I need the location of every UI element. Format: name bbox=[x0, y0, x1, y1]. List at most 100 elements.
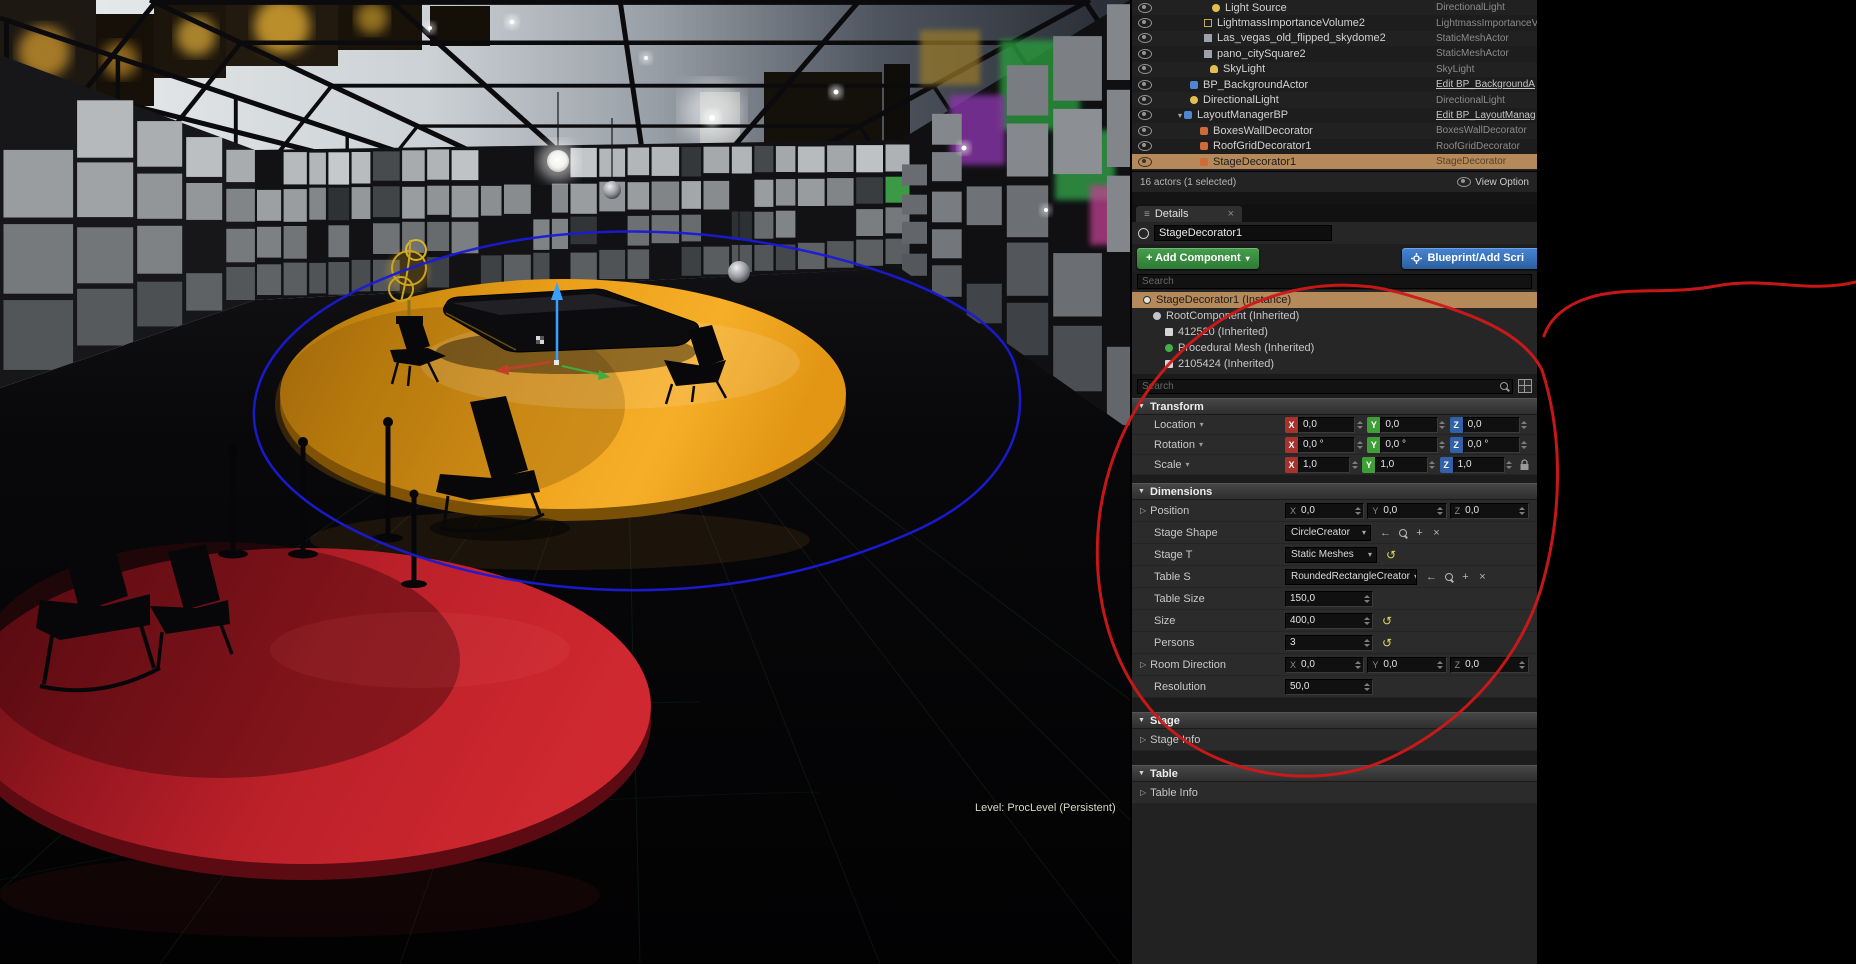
use-selected-asset-icon[interactable]: ← bbox=[1424, 571, 1439, 583]
browse-icon[interactable] bbox=[1395, 529, 1410, 537]
expand-caret-icon[interactable]: ▾ bbox=[1178, 111, 1182, 120]
visibility-eye-icon[interactable] bbox=[1138, 49, 1152, 59]
spinner[interactable] bbox=[1355, 421, 1364, 429]
spinner[interactable] bbox=[1438, 441, 1447, 449]
outliner-row-roof-grid[interactable]: RoofGridDecorator1 RoofGridDecorator bbox=[1132, 139, 1537, 154]
visibility-eye-icon[interactable] bbox=[1138, 110, 1152, 120]
spinner[interactable] bbox=[1518, 507, 1527, 515]
outliner-row-stage-decorator[interactable]: StageDecorator1 StageDecorator bbox=[1132, 154, 1537, 169]
size-field[interactable]: 400,0 bbox=[1285, 613, 1373, 629]
persons-field[interactable]: 3 bbox=[1285, 635, 1373, 651]
viewport-3d[interactable]: Level: ProcLevel (Persistent) bbox=[0, 0, 1130, 964]
collapsed-icon[interactable]: ▷ bbox=[1140, 735, 1146, 744]
outliner-row-pano[interactable]: pano_citySquare2 StaticMeshActor bbox=[1132, 46, 1537, 61]
visibility-eye-icon[interactable] bbox=[1138, 80, 1152, 90]
spinner[interactable] bbox=[1362, 639, 1371, 647]
location-z-field[interactable]: Z 0,0 bbox=[1450, 417, 1529, 433]
outliner-row-skylight[interactable]: SkyLight SkyLight bbox=[1132, 62, 1537, 77]
blueprint-add-script-button[interactable]: Blueprint/Add Scri bbox=[1402, 248, 1537, 269]
rotation-z-field[interactable]: Z 0,0 ° bbox=[1450, 437, 1529, 453]
visibility-eye-icon[interactable] bbox=[1138, 33, 1152, 43]
collapsed-icon[interactable]: ▷ bbox=[1140, 660, 1146, 669]
property-search-input[interactable] bbox=[1137, 379, 1513, 394]
close-icon[interactable]: × bbox=[1228, 208, 1234, 220]
spinner[interactable] bbox=[1350, 461, 1359, 469]
use-selected-asset-icon[interactable]: ← bbox=[1378, 527, 1393, 539]
position-y-field[interactable]: Y0,0 bbox=[1367, 503, 1446, 519]
reset-to-default-icon[interactable]: ↺ bbox=[1382, 614, 1392, 628]
location-x-field[interactable]: X 0,0 bbox=[1285, 417, 1364, 433]
spinner[interactable] bbox=[1505, 461, 1514, 469]
reset-to-default-icon[interactable]: ↺ bbox=[1386, 548, 1396, 562]
add-element-icon[interactable]: + bbox=[1412, 527, 1427, 539]
stage-t-dropdown[interactable]: Static Meshes ▾ bbox=[1285, 547, 1377, 563]
caret-down-icon[interactable]: ▾ bbox=[1186, 460, 1190, 469]
component-row-procedural-mesh[interactable]: Procedural Mesh (Inherited) bbox=[1132, 340, 1537, 356]
stage-shape-dropdown[interactable]: CircleCreator ▾ bbox=[1285, 525, 1371, 541]
visibility-eye-icon[interactable] bbox=[1138, 157, 1152, 167]
spinner[interactable] bbox=[1436, 507, 1445, 515]
visibility-eye-icon[interactable] bbox=[1138, 18, 1152, 28]
location-y-field[interactable]: Y 0,0 bbox=[1367, 417, 1446, 433]
scale-y-field[interactable]: Y 1,0 bbox=[1362, 457, 1436, 473]
scale-z-field[interactable]: Z 1,0 bbox=[1440, 457, 1514, 473]
rotation-x-field[interactable]: X 0,0 ° bbox=[1285, 437, 1364, 453]
position-z-field[interactable]: Z0,0 bbox=[1450, 503, 1529, 519]
reset-to-default-icon[interactable]: ↺ bbox=[1382, 636, 1392, 650]
spinner[interactable] bbox=[1353, 507, 1362, 515]
spinner[interactable] bbox=[1428, 461, 1437, 469]
outliner-row-lightmass-volume[interactable]: LightmassImportanceVolume2 LightmassImpo… bbox=[1132, 15, 1537, 30]
outliner-row-directional-light[interactable]: DirectionalLight DirectionalLight bbox=[1132, 92, 1537, 107]
section-header-transform[interactable]: ▼ Transform bbox=[1132, 398, 1537, 415]
table-s-dropdown[interactable]: RoundedRectangleCreator ▾ bbox=[1285, 569, 1417, 585]
clear-icon[interactable]: × bbox=[1429, 527, 1444, 539]
visibility-eye-icon[interactable] bbox=[1138, 64, 1152, 74]
resolution-field[interactable]: 50,0 bbox=[1285, 679, 1373, 695]
spinner[interactable] bbox=[1436, 661, 1445, 669]
component-row-412520[interactable]: 412520 (Inherited) bbox=[1132, 324, 1537, 340]
component-row-root[interactable]: RootComponent (Inherited) bbox=[1132, 308, 1537, 324]
spinner[interactable] bbox=[1362, 683, 1371, 691]
visibility-eye-icon[interactable] bbox=[1138, 126, 1152, 136]
spinner[interactable] bbox=[1362, 617, 1371, 625]
collapsed-icon[interactable]: ▷ bbox=[1140, 788, 1146, 797]
visibility-eye-icon[interactable] bbox=[1138, 95, 1152, 105]
section-header-dimensions[interactable]: ▼ Dimensions bbox=[1132, 483, 1537, 500]
spinner[interactable] bbox=[1520, 421, 1529, 429]
spinner[interactable] bbox=[1355, 441, 1364, 449]
collapsed-icon[interactable]: ▷ bbox=[1140, 506, 1146, 515]
rotation-y-field[interactable]: Y 0,0 ° bbox=[1367, 437, 1446, 453]
property-row-table-info[interactable]: ▷ Table Info bbox=[1132, 782, 1537, 804]
actor-name-field[interactable] bbox=[1154, 225, 1332, 241]
position-x-field[interactable]: X0,0 bbox=[1285, 503, 1364, 519]
add-component-button[interactable]: + Add Component ▾ bbox=[1137, 248, 1259, 269]
scale-x-field[interactable]: X 1,0 bbox=[1285, 457, 1359, 473]
table-size-field[interactable]: 150,0 bbox=[1285, 591, 1373, 607]
visibility-eye-icon[interactable] bbox=[1138, 141, 1152, 151]
visibility-eye-icon[interactable] bbox=[1138, 3, 1152, 13]
room-direction-z-field[interactable]: Z0,0 bbox=[1450, 657, 1529, 673]
spinner[interactable] bbox=[1438, 421, 1447, 429]
outliner-row-skydome[interactable]: Las_vegas_old_flipped_skydome2 StaticMes… bbox=[1132, 31, 1537, 46]
spinner[interactable] bbox=[1353, 661, 1362, 669]
browse-icon[interactable] bbox=[1441, 573, 1456, 581]
property-row-stage-info[interactable]: ▷ Stage Info bbox=[1132, 729, 1537, 751]
spinner[interactable] bbox=[1520, 441, 1529, 449]
room-direction-y-field[interactable]: Y0,0 bbox=[1367, 657, 1446, 673]
tab-details[interactable]: ≡ Details × bbox=[1136, 206, 1242, 222]
edit-blueprint-link[interactable]: Edit BP_LayoutManag bbox=[1436, 110, 1537, 121]
outliner-row-layout-manager[interactable]: ▾ LayoutManagerBP Edit BP_LayoutManag bbox=[1132, 108, 1537, 123]
spinner[interactable] bbox=[1362, 595, 1371, 603]
section-header-table[interactable]: ▼ Table bbox=[1132, 765, 1537, 782]
edit-blueprint-link[interactable]: Edit BP_BackgroundA bbox=[1436, 79, 1537, 90]
view-options-button[interactable]: View Option bbox=[1457, 177, 1529, 188]
component-row-2105424[interactable]: 2105424 (Inherited) bbox=[1132, 356, 1537, 372]
lock-icon[interactable] bbox=[1520, 459, 1529, 471]
outliner-row-light-source[interactable]: Light Source DirectionalLight bbox=[1132, 0, 1537, 15]
outliner-row-bp-background[interactable]: BP_BackgroundActor Edit BP_BackgroundA bbox=[1132, 77, 1537, 92]
add-element-icon[interactable]: + bbox=[1458, 571, 1473, 583]
component-row-instance[interactable]: StageDecorator1 (Instance) bbox=[1132, 292, 1537, 308]
section-header-stage[interactable]: ▼ Stage bbox=[1132, 712, 1537, 729]
clear-icon[interactable]: × bbox=[1475, 571, 1490, 583]
property-matrix-icon[interactable] bbox=[1518, 379, 1532, 393]
